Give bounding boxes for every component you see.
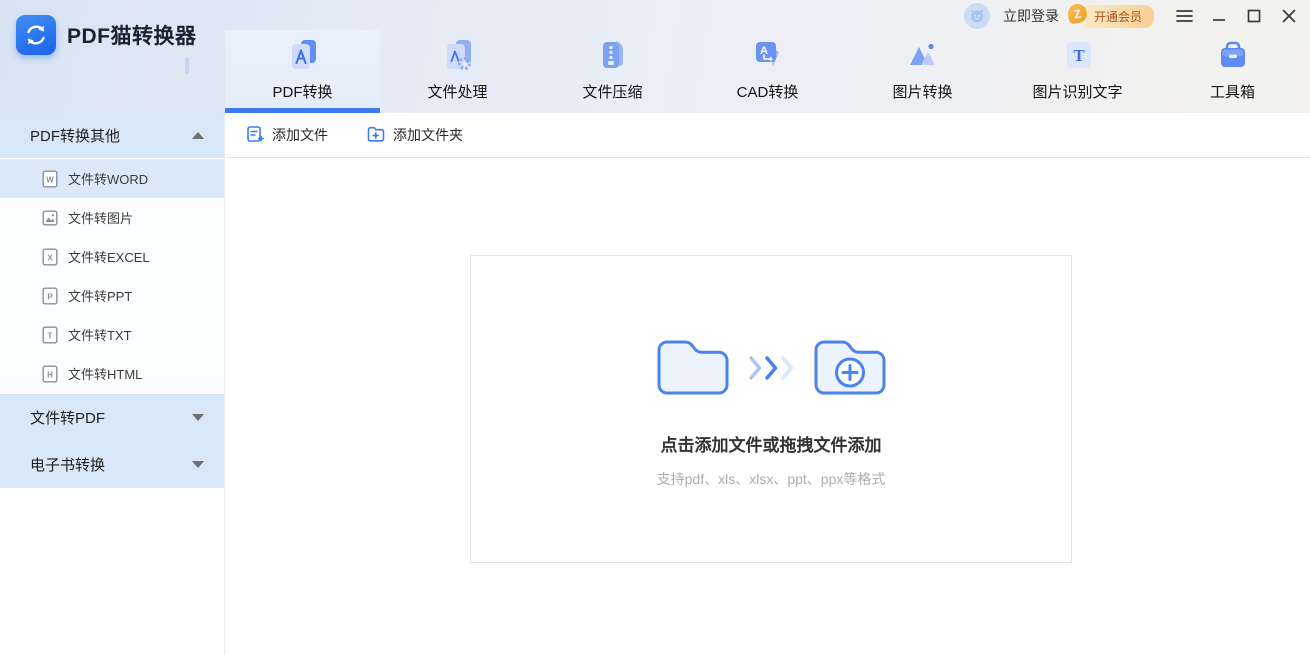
tab-image-convert[interactable]: 图片转换 [845, 30, 1000, 113]
excel-doc-icon: X [42, 248, 58, 266]
toolbar: 添加文件 添加文件夹 [226, 113, 1310, 158]
hamburger-menu-icon[interactable] [1173, 5, 1195, 27]
dropzone-main-text: 点击添加文件或拖拽文件添加 [471, 431, 1071, 456]
add-folder-button[interactable]: 添加文件夹 [366, 125, 463, 146]
app-title: PDF猫转换器 [67, 20, 197, 50]
sidebar-item-label: 文件转TXT [68, 325, 132, 344]
add-file-icon [246, 125, 264, 146]
html-doc-icon: H [42, 365, 58, 383]
app-window: PDF猫转换器 立即登录 Z 开通会员 [0, 0, 1310, 655]
nav-tabstrip: PDF转换 文件处理 [225, 30, 1310, 113]
vip-coin-icon: Z [1066, 2, 1088, 24]
cad-convert-icon: A [751, 36, 785, 72]
add-folder-label: 添加文件夹 [393, 125, 463, 145]
ocr-text-icon: T [1061, 36, 1095, 72]
svg-text:H: H [47, 370, 53, 379]
titlebar-controls: 立即登录 Z 开通会员 [964, 2, 1300, 30]
tab-label: 图片识别文字 [1032, 81, 1122, 102]
tab-file-process[interactable]: 文件处理 [380, 30, 535, 113]
pdf-convert-icon [286, 36, 320, 72]
dropzone-illustration [471, 336, 1071, 400]
tab-pdf-convert[interactable]: PDF转换 [225, 30, 380, 113]
sidebar-item-label: 文件转HTML [68, 364, 142, 383]
source-folder-icon [654, 336, 732, 400]
add-folder-icon [366, 125, 385, 146]
group-label: 文件转PDF [30, 407, 105, 428]
sidebar-item-label: 文件转图片 [68, 208, 133, 227]
close-button[interactable] [1278, 5, 1300, 27]
sidebar-group-pdf-convert-other[interactable]: PDF转换其他 [0, 113, 224, 158]
sidebar: PDF转换其他 W 文件转WORD 文件转图片 [0, 113, 225, 655]
add-file-button[interactable]: 添加文件 [246, 125, 328, 146]
add-file-label: 添加文件 [272, 125, 328, 145]
arrow-chevrons-icon [749, 355, 794, 381]
image-convert-icon [906, 36, 940, 72]
minimize-button[interactable] [1208, 5, 1230, 27]
sidebar-item-label: 文件转WORD [68, 169, 148, 188]
sidebar-item-to-image[interactable]: 文件转图片 [0, 198, 224, 237]
svg-text:W: W [46, 175, 54, 184]
sidebar-item-to-ppt[interactable]: P 文件转PPT [0, 276, 224, 315]
image-doc-icon [42, 209, 58, 227]
tab-label: CAD转换 [737, 81, 799, 102]
tab-toolbox[interactable]: 工具箱 [1155, 30, 1310, 113]
sidebar-item-label: 文件转PPT [68, 286, 132, 305]
tab-cad-convert[interactable]: A CAD转换 [690, 30, 845, 113]
group-label: 电子书转换 [30, 454, 105, 475]
file-process-icon [441, 36, 475, 72]
login-link[interactable]: 立即登录 [1003, 6, 1059, 26]
sidebar-item-to-txt[interactable]: T 文件转TXT [0, 315, 224, 354]
file-dropzone[interactable]: 点击添加文件或拖拽文件添加 支持pdf、xls、xlsx、ppt、ppx等格式 [470, 255, 1072, 563]
txt-doc-icon: T [42, 326, 58, 344]
chevron-down-icon [192, 414, 204, 421]
tab-label: PDF转换 [272, 81, 332, 102]
tab-label: 文件处理 [427, 81, 487, 102]
svg-text:T: T [1073, 46, 1085, 65]
svg-text:P: P [47, 292, 53, 301]
svg-text:T: T [48, 331, 53, 340]
add-folder-target-icon [811, 336, 889, 400]
tab-file-compress[interactable]: 文件压缩 [535, 30, 690, 113]
ppt-doc-icon: P [42, 287, 58, 305]
dropzone-sub-text: 支持pdf、xls、xlsx、ppt、ppx等格式 [471, 469, 1071, 489]
group-label: PDF转换其他 [30, 125, 120, 146]
tab-ocr-text[interactable]: T 图片识别文字 [1000, 30, 1155, 113]
sidebar-item-to-html[interactable]: H 文件转HTML [0, 354, 224, 393]
sidebar-item-to-excel[interactable]: X 文件转EXCEL [0, 237, 224, 276]
chevron-down-icon [192, 461, 204, 468]
file-compress-icon [596, 36, 630, 72]
vip-badge[interactable]: Z 开通会员 [1080, 5, 1154, 28]
tab-label: 图片转换 [892, 81, 952, 102]
tab-label: 工具箱 [1210, 81, 1255, 102]
user-avatar[interactable] [964, 3, 990, 29]
svg-text:X: X [47, 253, 53, 262]
sidebar-item-to-word[interactable]: W 文件转WORD [0, 159, 224, 198]
word-doc-icon: W [42, 170, 58, 188]
sidebar-group-to-pdf[interactable]: 文件转PDF [0, 394, 224, 441]
sidebar-item-label: 文件转EXCEL [68, 247, 150, 266]
sidebar-group-ebook-convert[interactable]: 电子书转换 [0, 441, 224, 488]
maximize-button[interactable] [1243, 5, 1265, 27]
vip-badge-label: 开通会员 [1094, 10, 1142, 24]
toolbox-icon [1216, 36, 1250, 72]
sidebar-subitems: W 文件转WORD 文件转图片 X 文件转EXCEL [0, 159, 224, 393]
decor-tick [185, 57, 189, 74]
tab-label: 文件压缩 [582, 81, 642, 102]
app-logo: PDF猫转换器 [16, 15, 197, 55]
sync-logo-icon [16, 15, 56, 55]
chevron-up-icon [192, 132, 204, 139]
